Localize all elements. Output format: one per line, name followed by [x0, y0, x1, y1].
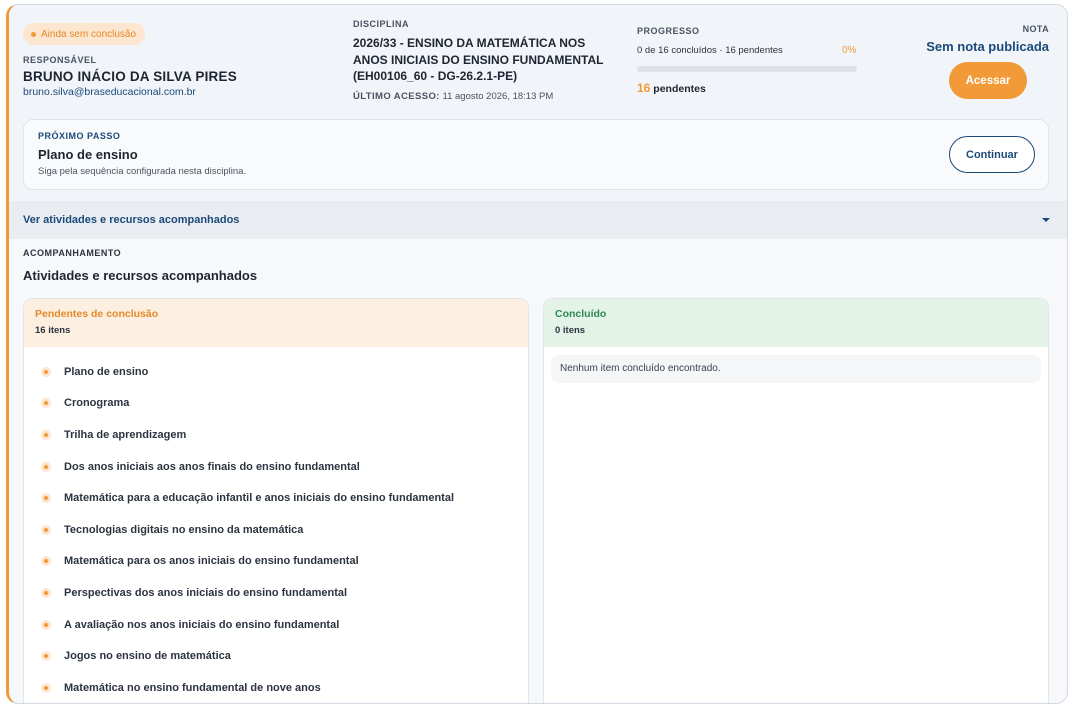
- course-header: Ainda sem conclusão RESPONSÁVEL BRUNO IN…: [9, 5, 1067, 201]
- disciplina-title: 2026/33 - ENSINO DA MATEMÁTICA NOS ANOS …: [353, 36, 604, 83]
- progress-bar: [637, 66, 857, 72]
- list-item-label: Perspectivas dos anos iniciais do ensino…: [64, 586, 348, 599]
- acompanhamento-title: Atividades e recursos acompanhados: [23, 268, 258, 283]
- pending-dot-icon: [41, 556, 51, 567]
- pending-dot-icon: [41, 651, 51, 662]
- pending-dot-icon: [41, 587, 51, 598]
- pending-dot-icon: [41, 429, 51, 440]
- list-item-label: Plano de ensino: [64, 365, 149, 378]
- last-access-label: ÚLTIMO ACESSO:: [353, 91, 440, 102]
- pending-dot-icon: [41, 398, 51, 409]
- list-item-label: Matemática para os anos iniciais do ensi…: [64, 555, 359, 568]
- pendentes-panel: Pendentes de conclusão 16 itens Plano de…: [23, 298, 529, 703]
- status-badge-label: Ainda sem conclusão: [41, 28, 137, 40]
- pending-count-label: pendentes: [653, 83, 706, 95]
- concluido-header: Concluído 0 itens: [544, 299, 1048, 347]
- proximo-passo-label: PRÓXIMO PASSO: [38, 131, 121, 141]
- pending-dot-icon: [41, 461, 51, 472]
- last-access-value: 11 agosto 2026, 18:13 PM: [442, 91, 554, 102]
- atividades-toggle[interactable]: Ver atividades e recursos acompanhados: [9, 201, 1067, 239]
- list-item[interactable]: A avaliação nos anos iniciais do ensino …: [24, 609, 528, 641]
- list-item[interactable]: Trilha de aprendizagem: [24, 419, 528, 451]
- list-item-label: A avaliação nos anos iniciais do ensino …: [64, 618, 340, 631]
- list-item[interactable]: Plano de ensino: [24, 356, 528, 388]
- proximo-passo-title: Plano de ensino: [38, 147, 138, 162]
- pending-dot-icon: [41, 619, 51, 630]
- nota-label: NOTA: [1022, 24, 1049, 34]
- disciplina-label: DISCIPLINA: [353, 19, 410, 29]
- list-item-label: Trilha de aprendizagem: [64, 428, 187, 441]
- responsavel-email-link[interactable]: bruno.silva@braseducacional.com.br: [23, 86, 196, 98]
- course-card: Ainda sem conclusão RESPONSÁVEL BRUNO IN…: [6, 4, 1068, 704]
- pending-dot-icon: [41, 524, 51, 535]
- pendentes-list: Plano de ensino Cronograma Trilha de apren…: [24, 347, 528, 703]
- list-item-label: Matemática no ensino fundamental de nove…: [64, 681, 321, 694]
- concluido-panel: Concluído 0 itens Nenhum item concluído …: [543, 298, 1049, 703]
- list-item-label: Tecnologias digitais no ensino da matemá…: [64, 523, 304, 536]
- list-item[interactable]: Cronograma: [24, 388, 528, 420]
- nota-value: Sem nota publicada: [926, 39, 1049, 54]
- pending-count-number: 16: [637, 81, 651, 95]
- proximo-passo-description: Siga pela sequência configurada nesta di…: [38, 166, 247, 177]
- last-access: ÚLTIMO ACESSO: 11 agosto 2026, 18:13 PM: [353, 91, 553, 102]
- list-item[interactable]: Jogos no ensino de matemática: [24, 640, 528, 672]
- pending-dot-icon: [41, 366, 51, 377]
- concluido-empty-message: Nenhum item concluído encontrado.: [551, 355, 1041, 383]
- progresso-summary: 0 de 16 concluídos · 16 pendentes: [637, 45, 783, 56]
- pending-dot-icon: [41, 493, 51, 504]
- pendentes-title: Pendentes de conclusão: [35, 308, 159, 320]
- concluido-count: 0 itens: [555, 325, 586, 336]
- list-item[interactable]: Matemática para a educação infantil e an…: [24, 482, 528, 514]
- pendentes-count: 16 itens: [35, 325, 71, 336]
- list-item-label: Dos anos iniciais aos anos finais do ens…: [64, 460, 360, 473]
- status-badge: Ainda sem conclusão: [23, 23, 146, 45]
- list-item-label: Cronograma: [64, 397, 130, 410]
- list-item[interactable]: Matemática no ensino fundamental de nove…: [24, 672, 528, 703]
- responsavel-label: RESPONSÁVEL: [23, 55, 97, 65]
- proximo-passo-panel: PRÓXIMO PASSO Plano de ensino Siga pela …: [23, 119, 1049, 190]
- list-item-label: Matemática para a educação infantil e an…: [64, 492, 454, 505]
- acessar-button[interactable]: Acessar: [949, 62, 1027, 99]
- progresso-label: PROGRESSO: [637, 26, 700, 36]
- pendentes-header: Pendentes de conclusão 16 itens: [24, 299, 528, 347]
- list-item-label: Jogos no ensino de matemática: [64, 650, 231, 663]
- list-item[interactable]: Matemática para os anos iniciais do ensi…: [24, 546, 528, 578]
- continuar-button[interactable]: Continuar: [949, 136, 1035, 173]
- atividades-toggle-label: Ver atividades e recursos acompanhados: [23, 214, 240, 226]
- concluido-title: Concluído: [555, 308, 607, 320]
- acompanhamento-label: ACOMPANHAMENTO: [23, 248, 122, 258]
- progresso-percent: 0%: [842, 45, 857, 56]
- list-item[interactable]: Tecnologias digitais no ensino da matemá…: [24, 514, 528, 546]
- list-item[interactable]: Perspectivas dos anos iniciais do ensino…: [24, 577, 528, 609]
- status-dot-icon: [31, 31, 36, 37]
- caret-down-icon: [1042, 218, 1050, 222]
- responsavel-name: BRUNO INÁCIO DA SILVA PIRES: [23, 69, 237, 84]
- list-item[interactable]: Dos anos iniciais aos anos finais do ens…: [24, 451, 528, 483]
- pending-count: 16 pendentes: [637, 81, 706, 95]
- pending-dot-icon: [41, 682, 51, 693]
